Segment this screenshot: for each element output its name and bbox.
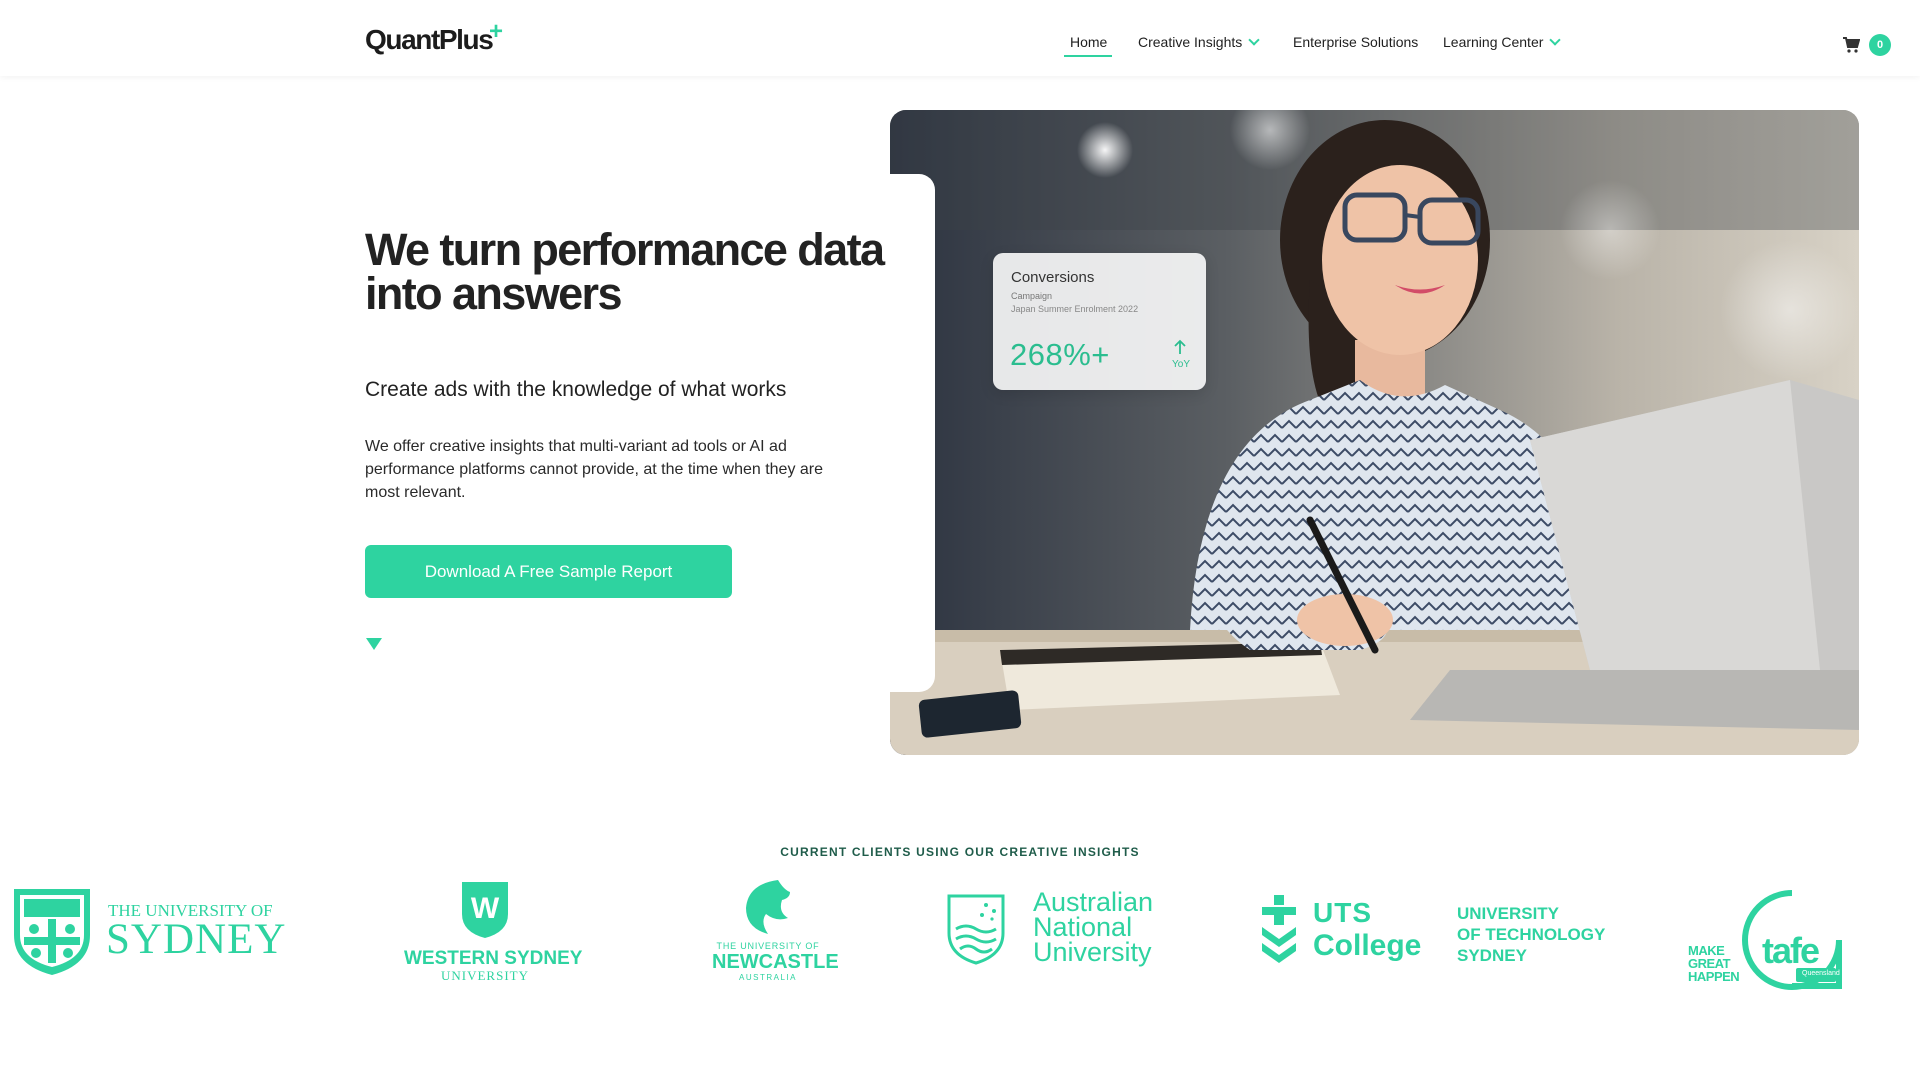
logo-text-line: WESTERN SYDNEY bbox=[404, 948, 583, 969]
active-nav-indicator bbox=[1064, 55, 1112, 57]
nav-item-creative-insights[interactable]: Creative Insights bbox=[1138, 34, 1260, 50]
logo-text-line: AUSTRALIA bbox=[739, 973, 797, 982]
logo-text-line: tafe bbox=[1762, 930, 1820, 971]
logo-text-line: SYDNEY bbox=[1457, 946, 1527, 965]
hero-title: We turn performance data into answers bbox=[365, 224, 885, 319]
cart-icon[interactable] bbox=[1842, 36, 1860, 54]
logo-text-line: NEWCASTLE bbox=[712, 951, 839, 973]
nav-item-label: Learning Center bbox=[1443, 34, 1544, 50]
logo-text-line: UNIVERSITY bbox=[441, 968, 529, 983]
scroll-down-icon[interactable] bbox=[366, 638, 382, 650]
card-stat-value: 268%+ bbox=[1010, 337, 1110, 372]
card-label: Campaign bbox=[1011, 291, 1053, 301]
logo-text-line: UTS bbox=[1313, 897, 1372, 928]
hero-subtitle: Create ads with the knowledge of what wo… bbox=[365, 378, 787, 401]
conversions-stat-card: Conversions Campaign Japan Summer Enrolm… bbox=[993, 253, 1206, 390]
arrow-up-icon bbox=[1174, 339, 1186, 354]
hero-description: We offer creative insights that multi-va… bbox=[365, 438, 824, 501]
clients-heading: CURRENT CLIENTS USING OUR CREATIVE INSIG… bbox=[780, 845, 1140, 859]
logo-text-line: UNIVERSITY bbox=[1457, 904, 1560, 923]
logo-text-line: SYDNEY bbox=[106, 916, 287, 963]
download-sample-report-button[interactable]: Download A Free Sample Report bbox=[365, 545, 732, 598]
card-period: YoY bbox=[1172, 359, 1190, 370]
logo-text: QuantPlus bbox=[365, 24, 494, 55]
logo-text-line: HAPPEN bbox=[1688, 969, 1740, 984]
chevron-down-icon bbox=[1549, 34, 1562, 46]
site-header: QuantPlus + Home Creative Insights Enter… bbox=[0, 0, 1920, 76]
hero-photo-notch bbox=[890, 174, 935, 692]
newcastle-seahorse-icon bbox=[746, 880, 790, 934]
nav-item-label: Home bbox=[1070, 34, 1108, 50]
logo-text-line: University bbox=[1033, 937, 1152, 967]
nav-item-label: Creative Insights bbox=[1138, 34, 1243, 50]
hero-photo bbox=[890, 110, 1859, 755]
university-of-sydney-crest-icon bbox=[14, 889, 90, 975]
card-campaign-name: Japan Summer Enrolment 2022 bbox=[1011, 304, 1139, 314]
nav-item-home[interactable]: Home bbox=[1070, 34, 1107, 50]
logo-text-line: OF TECHNOLOGY bbox=[1457, 925, 1606, 944]
card-title: Conversions bbox=[1011, 269, 1095, 286]
anu-crest-icon bbox=[947, 894, 1005, 965]
cart-count-badge[interactable]: 0 bbox=[1869, 34, 1891, 56]
quantplus-logo[interactable]: QuantPlus + bbox=[365, 18, 503, 60]
logo-text-line: College bbox=[1313, 929, 1422, 962]
svg-text:W: W bbox=[471, 892, 500, 925]
chevron-down-icon bbox=[1248, 34, 1260, 46]
nav-item-label: Enterprise Solutions bbox=[1293, 34, 1419, 50]
western-sydney-shield-icon: W bbox=[462, 882, 508, 938]
nav-item-learning-center[interactable]: Learning Center bbox=[1443, 34, 1562, 50]
logo-text-line: THE UNIVERSITY OF bbox=[716, 941, 820, 951]
nav-item-enterprise-solutions[interactable]: Enterprise Solutions bbox=[1293, 34, 1418, 50]
logo-plus-icon: + bbox=[489, 18, 504, 45]
uts-college-mark-icon bbox=[1262, 895, 1296, 963]
woman-at-laptop-illustration bbox=[890, 110, 1859, 755]
logo-text-line: Queensland bbox=[1802, 970, 1840, 977]
